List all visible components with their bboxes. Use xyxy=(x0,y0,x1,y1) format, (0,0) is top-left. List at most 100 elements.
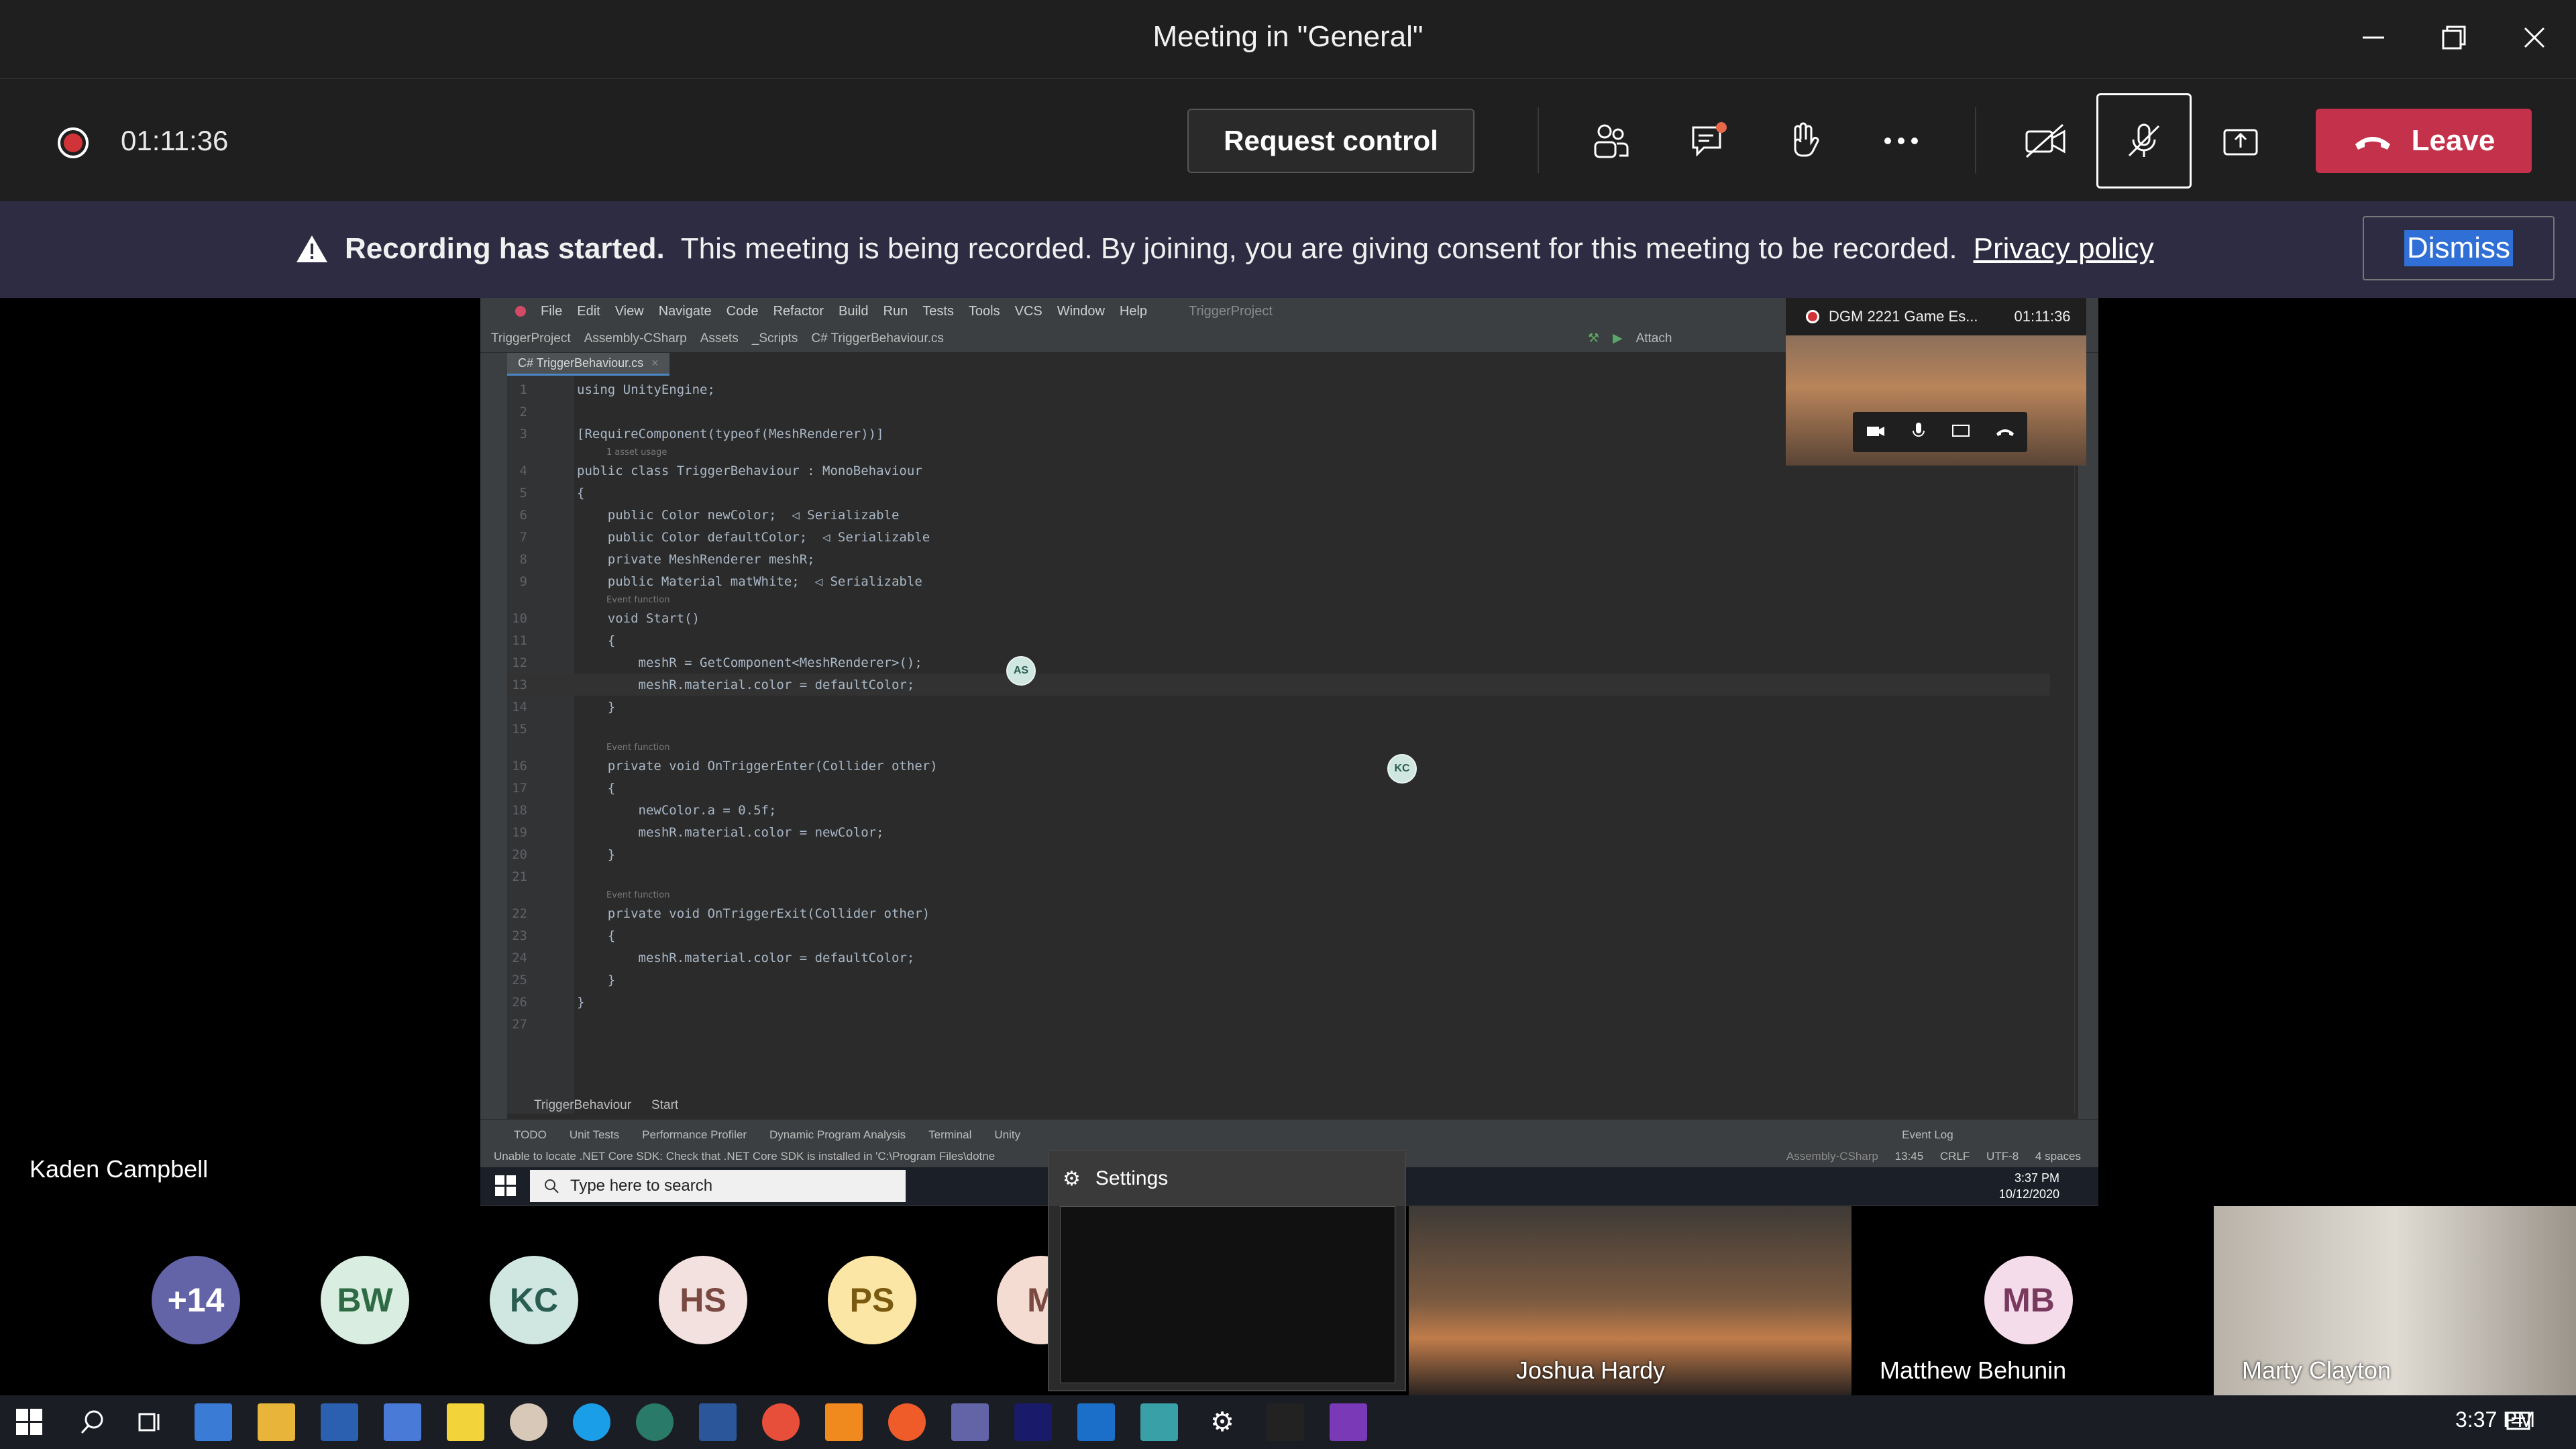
mic-icon[interactable] xyxy=(1911,421,1927,443)
participant-video-tile[interactable]: Joshua Hardy xyxy=(1409,1206,1851,1395)
ide-menu-build[interactable]: Build xyxy=(839,304,868,319)
vlc-icon[interactable] xyxy=(825,1403,863,1441)
participant-video-tile[interactable]: Marty Clayton xyxy=(2214,1206,2576,1395)
tool-tab-todo[interactable]: TODO xyxy=(514,1128,547,1142)
search-icon xyxy=(545,1179,559,1193)
app-icon[interactable] xyxy=(510,1403,547,1441)
ide-menu-window[interactable]: Window xyxy=(1057,304,1105,319)
participants-button[interactable] xyxy=(1576,107,1644,174)
status-line-ending[interactable]: CRLF xyxy=(1940,1150,1970,1163)
line-number: 15 xyxy=(512,721,527,737)
task-view-icon[interactable] xyxy=(131,1403,169,1441)
search-icon[interactable] xyxy=(74,1403,111,1441)
share-button[interactable] xyxy=(2207,107,2274,174)
sticky-notes-icon[interactable] xyxy=(447,1403,484,1441)
calculator-icon[interactable] xyxy=(384,1403,421,1441)
app-icon[interactable] xyxy=(636,1403,674,1441)
avatar[interactable]: BW xyxy=(321,1256,409,1344)
tool-tab-terminal[interactable]: Terminal xyxy=(928,1128,971,1142)
status-position[interactable]: 13:45 xyxy=(1895,1150,1924,1163)
ide-menu-tools[interactable]: Tools xyxy=(969,304,1000,319)
mini-call-window[interactable]: DGM 2221 Game Es... 01:11:36 xyxy=(1786,298,2086,466)
app-icon[interactable] xyxy=(1140,1403,1178,1441)
notification-center-icon[interactable] xyxy=(2500,1403,2537,1441)
breadcrumb-item[interactable]: TriggerProject xyxy=(491,331,571,346)
ide-menu-vcs[interactable]: VCS xyxy=(1015,304,1042,319)
code-line: 10 void Start() xyxy=(507,607,2050,629)
file-explorer-icon[interactable] xyxy=(258,1403,295,1441)
status-indent[interactable]: 4 spaces xyxy=(2035,1150,2081,1163)
ide-menu-code[interactable]: Code xyxy=(727,304,759,319)
visual-studio-icon[interactable] xyxy=(1330,1403,1367,1441)
status-assembly[interactable]: Assembly-CSharp xyxy=(1786,1150,1878,1163)
settings-window-preview[interactable]: ⚙ Settings xyxy=(1048,1150,1406,1391)
windows-start-icon[interactable] xyxy=(495,1175,517,1200)
close-tab-icon[interactable]: × xyxy=(651,356,659,370)
camera-toggle-button[interactable] xyxy=(2012,107,2080,174)
editor-tab[interactable]: C# TriggerBehaviour.cs × xyxy=(507,353,669,376)
windows-start-icon[interactable] xyxy=(11,1403,48,1441)
restore-button[interactable] xyxy=(2427,17,2481,58)
overflow-participants-avatar[interactable]: +14 xyxy=(152,1256,240,1344)
ide-menu-view[interactable]: View xyxy=(615,304,644,319)
settings-gear-icon[interactable]: ⚙ xyxy=(1203,1403,1241,1441)
share-icon[interactable] xyxy=(1951,423,1970,442)
request-control-button[interactable]: Request control xyxy=(1187,109,1474,173)
ide-menu-edit[interactable]: Edit xyxy=(577,304,600,319)
shared-taskbar-clock[interactable]: 3:37 PM 10/12/2020 xyxy=(1986,1170,2059,1202)
code-line: 24 meshR.material.color = defaultColor; xyxy=(507,947,2050,969)
build-icon[interactable]: ⚒ xyxy=(1588,331,1599,346)
phone-hangup-icon[interactable] xyxy=(1995,424,2015,441)
minimize-button[interactable] xyxy=(2347,17,2400,58)
tool-tab-dynamic-program-analysis[interactable]: Dynamic Program Analysis xyxy=(769,1128,906,1142)
avatar[interactable]: HS xyxy=(659,1256,747,1344)
code-text: private void OnTriggerEnter(Collider oth… xyxy=(577,758,938,773)
ide-menu-refactor[interactable]: Refactor xyxy=(773,304,824,319)
avatar[interactable]: KC xyxy=(490,1256,578,1344)
ide-menu-run[interactable]: Run xyxy=(883,304,908,319)
tool-tab-performance-profiler[interactable]: Performance Profiler xyxy=(642,1128,747,1142)
status-encoding[interactable]: UTF-8 xyxy=(1986,1150,2019,1163)
privacy-policy-link[interactable]: Privacy policy xyxy=(1974,232,2154,266)
code-editor[interactable]: 1 using UnityEngine; 2 3 [RequireComponent(t… xyxy=(507,378,2050,1035)
structure-method[interactable]: Start xyxy=(651,1098,678,1113)
line-number: 25 xyxy=(512,972,527,987)
chat-button[interactable] xyxy=(1676,107,1743,174)
avatar[interactable]: PS xyxy=(828,1256,916,1344)
taskbar-search-input[interactable]: Type here to search xyxy=(530,1170,906,1202)
word-icon[interactable] xyxy=(699,1403,737,1441)
app-icon[interactable] xyxy=(888,1403,926,1441)
chrome-icon[interactable] xyxy=(762,1403,800,1441)
ide-menu-navigate[interactable]: Navigate xyxy=(659,304,712,319)
edge-icon[interactable] xyxy=(573,1403,610,1441)
ide-menu-tests[interactable]: Tests xyxy=(922,304,954,319)
media-encoder-icon[interactable] xyxy=(1014,1403,1052,1441)
leave-button[interactable]: Leave xyxy=(2316,109,2532,173)
unity-icon[interactable] xyxy=(1267,1403,1304,1441)
raise-hand-button[interactable] xyxy=(1770,107,1837,174)
breadcrumb-item[interactable]: Assets xyxy=(700,331,739,346)
breadcrumb-item[interactable]: _Scripts xyxy=(752,331,798,346)
mic-toggle-button[interactable] xyxy=(2096,93,2192,189)
tool-tab-unit-tests[interactable]: Unit Tests xyxy=(570,1128,619,1142)
event-log-button[interactable]: Event Log xyxy=(1902,1128,1953,1142)
structure-class[interactable]: TriggerBehaviour xyxy=(534,1098,631,1113)
code-text: newColor.a = 0.5f; xyxy=(577,802,777,818)
dismiss-button[interactable]: Dismiss xyxy=(2363,216,2555,280)
ide-menu-help[interactable]: Help xyxy=(1120,304,1147,319)
ide-attach-button[interactable]: Attach xyxy=(1636,331,1672,346)
teams-icon[interactable] xyxy=(951,1403,989,1441)
app-icon[interactable] xyxy=(1077,1403,1115,1441)
tool-tab-unity[interactable]: Unity xyxy=(994,1128,1020,1142)
app-icon[interactable] xyxy=(321,1403,358,1441)
more-actions-button[interactable] xyxy=(1868,107,1935,174)
breadcrumb-item[interactable]: Assembly-CSharp xyxy=(584,331,687,346)
line-number: 16 xyxy=(512,758,527,773)
store-app-icon[interactable] xyxy=(195,1403,232,1441)
camera-icon[interactable] xyxy=(1866,423,1886,442)
ide-menu-file[interactable]: File xyxy=(541,304,562,319)
breadcrumb-item[interactable]: C# TriggerBehaviour.cs xyxy=(811,331,944,346)
participant-tile[interactable]: MB Matthew Behunin xyxy=(1851,1206,2214,1395)
run-icon[interactable]: ▶ xyxy=(1613,331,1623,346)
close-button[interactable] xyxy=(2508,17,2561,58)
